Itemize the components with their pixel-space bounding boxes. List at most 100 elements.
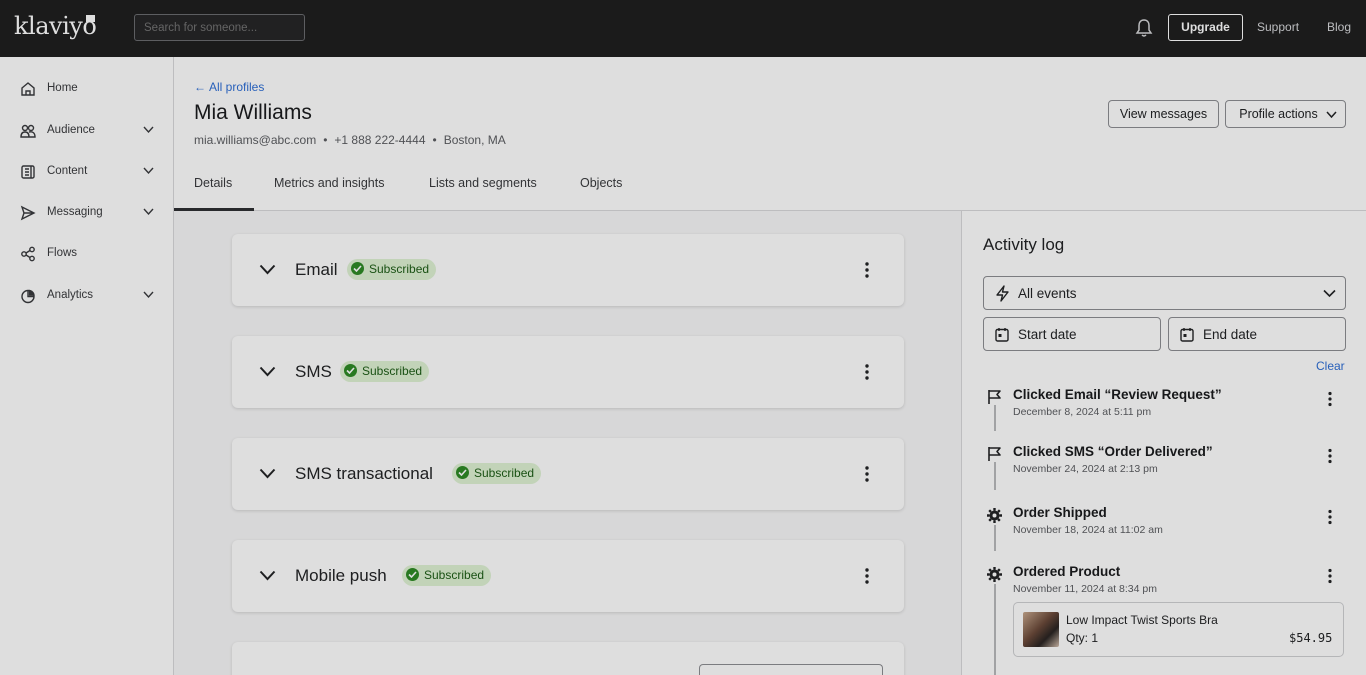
event-time: November 18, 2024 at 11:02 am xyxy=(1013,524,1163,536)
profile-location: Boston, MA xyxy=(443,133,506,147)
separator-dot: • xyxy=(323,133,328,147)
channel-title: Email xyxy=(295,260,338,279)
more-options-icon[interactable] xyxy=(862,465,872,483)
content-icon xyxy=(21,165,35,179)
profile-name: Mia Williams xyxy=(194,101,312,124)
back-link-label: All profiles xyxy=(209,80,265,94)
separator-dot: • xyxy=(432,133,437,147)
chevron-down-icon[interactable] xyxy=(259,264,276,275)
analytics-icon xyxy=(21,289,35,304)
home-icon xyxy=(21,82,35,96)
sidebar-item-label: Home xyxy=(47,82,78,94)
check-circle-icon xyxy=(456,466,469,479)
profile-email: mia.williams@abc.com xyxy=(194,133,317,147)
arrow-left-icon: ← xyxy=(194,80,206,94)
flag-icon xyxy=(988,390,1001,404)
event-time: December 8, 2024 at 5:11 pm xyxy=(1013,406,1152,418)
back-to-profiles-link[interactable]: ← All profiles xyxy=(194,80,264,94)
status-badge: Subscribed xyxy=(340,361,430,382)
channel-card-partial[interactable] xyxy=(232,642,904,675)
timeline-connector xyxy=(994,584,996,675)
card-action-button[interactable] xyxy=(699,664,883,675)
bell-icon[interactable] xyxy=(1135,18,1153,38)
clear-filters-link[interactable]: Clear xyxy=(1316,359,1345,373)
event-title[interactable]: Clicked Email “Review Request” xyxy=(1013,387,1222,402)
sidebar: Home Audience Content Messaging Flows An… xyxy=(0,57,174,675)
search-input[interactable] xyxy=(134,14,305,41)
calendar-icon xyxy=(1180,328,1194,342)
status-badge: Subscribed xyxy=(452,463,542,484)
profile-phone: +1 888 222-4444 xyxy=(334,133,426,147)
activity-log-title: Activity log xyxy=(983,235,1065,254)
channel-card-email[interactable]: Email Subscribed xyxy=(232,234,904,306)
profile-actions-button[interactable]: Profile actions xyxy=(1225,100,1346,128)
timeline-connector xyxy=(994,462,996,490)
flows-icon xyxy=(21,246,35,262)
chevron-down-icon[interactable] xyxy=(259,570,276,581)
sidebar-item-content[interactable]: Content xyxy=(0,155,174,191)
channel-title: Mobile push xyxy=(295,566,387,585)
channel-card-mobile-push[interactable]: Mobile push Subscribed xyxy=(232,540,904,612)
event-title[interactable]: Ordered Product xyxy=(1013,564,1120,579)
badge-label: Subscribed xyxy=(424,568,485,582)
product-name: Low Impact Twist Sports Bra xyxy=(1066,613,1218,627)
sidebar-item-label: Analytics xyxy=(47,289,94,301)
sidebar-item-label: Audience xyxy=(47,124,95,136)
badge-label: Subscribed xyxy=(362,364,423,378)
tab-objects[interactable]: Objects xyxy=(580,176,622,190)
event-filter-select[interactable]: All events xyxy=(983,276,1346,310)
check-circle-icon xyxy=(406,568,419,581)
more-options-icon[interactable] xyxy=(1326,391,1334,407)
sidebar-item-label: Content xyxy=(47,165,88,177)
more-options-icon[interactable] xyxy=(862,261,872,279)
more-options-icon[interactable] xyxy=(862,363,872,381)
start-date-button[interactable]: Start date xyxy=(983,317,1161,351)
tab-lists-and-segments[interactable]: Lists and segments xyxy=(429,176,537,190)
event-title[interactable]: Clicked SMS “Order Delivered” xyxy=(1013,444,1213,459)
timeline-connector xyxy=(994,525,996,551)
sidebar-item-analytics[interactable]: Analytics xyxy=(0,279,174,315)
klaviyo-logo[interactable]: klaviyo xyxy=(14,12,97,40)
end-date-label: End date xyxy=(1203,327,1258,342)
chevron-down-icon xyxy=(1323,289,1336,298)
chevron-down-icon xyxy=(1326,111,1337,119)
more-options-icon[interactable] xyxy=(1326,448,1334,464)
chevron-down-icon[interactable] xyxy=(259,366,276,377)
activity-log-panel: Activity log All events Start date End d… xyxy=(961,211,1366,675)
sidebar-item-messaging[interactable]: Messaging xyxy=(0,196,174,232)
channel-card-sms[interactable]: SMS Subscribed xyxy=(232,336,904,408)
status-badge: Subscribed xyxy=(347,259,437,280)
chevron-down-icon xyxy=(143,291,154,299)
check-circle-icon xyxy=(344,364,357,377)
channel-title: SMS transactional xyxy=(295,464,433,483)
product-quantity: Qty: 1 xyxy=(1066,631,1099,645)
badge-label: Subscribed xyxy=(369,262,430,276)
ordered-product-card[interactable]: Low Impact Twist Sports Bra Qty: 1 $54.9… xyxy=(1013,602,1344,657)
more-options-icon[interactable] xyxy=(1326,568,1334,584)
blog-link[interactable]: Blog xyxy=(1327,20,1351,34)
end-date-button[interactable]: End date xyxy=(1168,317,1346,351)
chevron-down-icon xyxy=(143,126,154,134)
sidebar-item-audience[interactable]: Audience xyxy=(0,114,174,150)
channel-card-sms-transactional[interactable]: SMS transactional Subscribed xyxy=(232,438,904,510)
details-panel: Email Subscribed SMS Subscribed SMS tran… xyxy=(174,211,961,675)
audience-icon xyxy=(20,124,36,138)
chevron-down-icon[interactable] xyxy=(259,468,276,479)
event-title[interactable]: Order Shipped xyxy=(1013,505,1107,520)
more-options-icon[interactable] xyxy=(1326,509,1334,525)
profile-tabs: Details Metrics and insights Lists and s… xyxy=(174,162,1366,211)
tab-details[interactable]: Details xyxy=(194,176,232,190)
profile-actions-label: Profile actions xyxy=(1239,107,1318,121)
timeline-connector xyxy=(994,405,996,431)
view-messages-button[interactable]: View messages xyxy=(1108,100,1219,128)
support-link[interactable]: Support xyxy=(1257,20,1299,34)
flag-icon xyxy=(988,447,1001,461)
more-options-icon[interactable] xyxy=(862,567,872,585)
calendar-icon xyxy=(995,328,1009,342)
sidebar-item-home[interactable]: Home xyxy=(0,72,174,108)
gear-icon xyxy=(987,508,1002,523)
sidebar-item-flows[interactable]: Flows xyxy=(0,237,174,273)
tab-metrics-and-insights[interactable]: Metrics and insights xyxy=(274,176,384,190)
upgrade-button[interactable]: Upgrade xyxy=(1168,14,1243,41)
badge-label: Subscribed xyxy=(474,466,535,480)
